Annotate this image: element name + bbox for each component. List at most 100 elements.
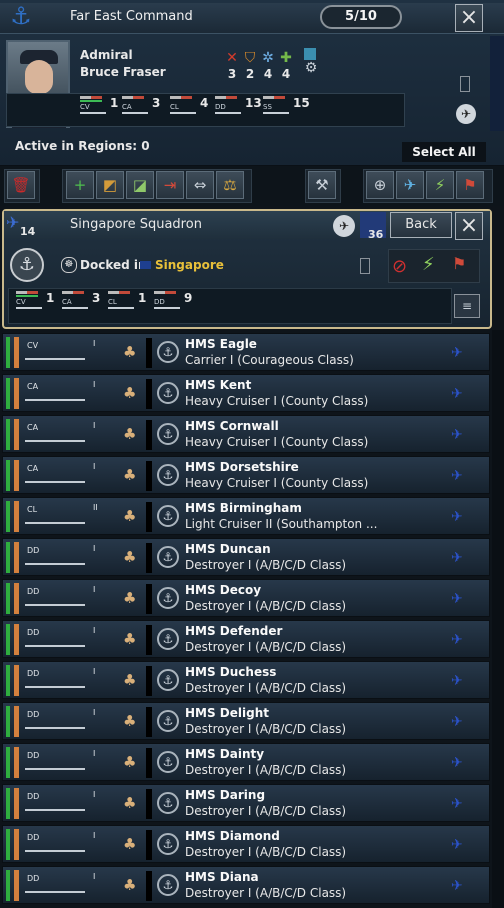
anchor-icon[interactable]: ⚓ [157,505,179,527]
ship-type: Destroyer I (A/B/C/D Class) [185,804,347,818]
clover-icon: ♣ [123,507,137,525]
port-name[interactable]: Singapore [155,258,224,272]
anchor-icon[interactable]: ⚓ [157,341,179,363]
anchor-icon[interactable]: ⚓ [157,710,179,732]
organization-bar [14,870,19,901]
anchor-icon[interactable]: ⚓ [157,587,179,609]
anchor-icon[interactable]: ⚓ [157,628,179,650]
anchor-icon[interactable]: ⚓ [157,382,179,404]
clover-icon: ♣ [123,753,137,771]
ship-name: HMS Kent [185,378,252,392]
ship-type: Destroyer I (A/B/C/D Class) [185,763,347,777]
ship-row[interactable]: DD I ♣ ⚓ HMS Delight Destroyer I (A/B/C/D Cla… [2,702,490,740]
squadron-title[interactable]: Singapore Squadron [70,217,202,232]
ship-row[interactable]: DD I ♣ ⚓ HMS Duchess Destroyer I (A/B/C/D Cla… [2,661,490,699]
anchor-icon[interactable]: ⚓ [157,464,179,486]
organization-bar [14,665,19,696]
back-button[interactable]: Back [390,212,452,238]
ship-tier: I [93,708,96,717]
organization-bar [14,829,19,860]
experience-bar [146,502,152,532]
experience-bar [146,830,152,860]
ship-row[interactable]: CA I ♣ ⚓ HMS Kent Heavy Cruiser I (County Cla… [2,374,490,412]
ship-name: HMS Eagle [185,337,257,351]
delete-icon[interactable]: 🗑 [7,171,35,199]
ship-type: Destroyer I (A/B/C/D Class) [185,845,347,859]
anchor-icon[interactable]: ⚓ [157,792,179,814]
close-command-button[interactable]: × [455,4,483,32]
convoy-raid-icon[interactable]: ⚡ [426,171,454,199]
ship-name: HMS Duncan [185,542,271,556]
select-all-button[interactable]: Select All [402,142,486,162]
ship-silhouette-icon [25,348,85,360]
add-ship-icon[interactable]: + [66,171,94,199]
add-mission-icon[interactable]: ⊕ [366,171,394,199]
convoy-raid-icon[interactable]: ⚡ [422,254,435,275]
anchor-icon[interactable]: ⚓ [10,248,44,282]
comp-ss: SS 15 [263,96,310,118]
ship-tier: I [93,462,96,471]
naval-invasion-icon[interactable]: ⚑ [452,254,466,273]
ship-name: HMS Cornwall [185,419,279,433]
comp-cv: CV 1 [80,96,126,118]
active-regions: Active in Regions: 0 [15,139,150,153]
squadron-count-right: 36 [368,228,384,241]
no-mission-icon[interactable]: ⊘ [392,256,407,277]
naval-invasion-icon[interactable]: ⚑ [456,171,484,199]
plane-icon: ✈ [451,427,463,443]
ship-list-toggle-icon[interactable]: ≡ [454,294,480,318]
ship-row[interactable]: DD I ♣ ⚓ HMS Duncan Destroyer I (A/B/C/D Clas… [2,538,490,576]
air-mission-icon[interactable]: ✈ [456,104,476,124]
gear-icon[interactable]: ⚙ [303,60,319,76]
ship-type: Carrier I (Courageous Class) [185,353,354,367]
split-half-icon[interactable]: ◪ [126,171,154,199]
ship-silhouette-icon [25,840,85,852]
ship-tier: I [93,585,96,594]
sq-comp-ca: CA 3 [62,291,108,313]
anchor-icon[interactable]: ⚓ [157,423,179,445]
ship-row[interactable]: DD I ♣ ⚓ HMS Dainty Destroyer I (A/B/C/D Clas… [2,743,490,781]
ship-tier: I [93,380,96,389]
ship-silhouette-icon [25,758,85,770]
ship-row[interactable]: DD I ♣ ⚓ HMS Defender Destroyer I (A/B/C/D Cl… [2,620,490,658]
anchor-icon[interactable]: ⚓ [157,546,179,568]
repair-icon[interactable]: ⚒ [308,171,336,199]
sq-comp-cv: CV 1 [16,291,62,313]
merge-icon[interactable]: ⇔ [186,171,214,199]
organization-bar [14,706,19,737]
organization-bar [14,747,19,778]
command-scrollbar[interactable] [490,36,504,131]
strength-bar [6,378,10,409]
ship-row[interactable]: DD I ♣ ⚓ HMS Diana Destroyer I (A/B/C/D Class… [2,866,490,904]
balance-icon[interactable]: ⚖ [216,171,244,199]
anchor-icon[interactable]: ⚓ [157,874,179,896]
strength-bar [6,624,10,655]
ship-tier: I [93,872,96,881]
organization-bar [14,460,19,491]
ship-name: HMS Diana [185,870,259,884]
ship-row[interactable]: CA I ♣ ⚓ HMS Dorsetshire Heavy Cruiser I (Cou… [2,456,490,494]
organization-bar [14,542,19,573]
split-fleet-icon[interactable]: ◩ [96,171,124,199]
ship-name: HMS Duchess [185,665,277,679]
ship-type: Destroyer I (A/B/C/D Class) [185,722,347,736]
ship-row[interactable]: CV I ♣ ⚓ HMS Eagle Carrier I (Courageous Clas… [2,333,490,371]
experience-bar [146,666,152,696]
ship-type: Destroyer I (A/B/C/D Class) [185,886,347,900]
ship-row[interactable]: DD I ♣ ⚓ HMS Daring Destroyer I (A/B/C/D Clas… [2,784,490,822]
anchor-icon[interactable]: ⚓ [157,833,179,855]
ship-row[interactable]: CA I ♣ ⚓ HMS Cornwall Heavy Cruiser I (County… [2,415,490,453]
ship-row[interactable]: DD I ♣ ⚓ HMS Decoy Destroyer I (A/B/C/D Class… [2,579,490,617]
anchor-icon[interactable]: ⚓ [157,669,179,691]
close-squadron-button[interactable]: × [455,212,483,240]
air-mission-icon[interactable]: ✈ [333,215,355,237]
ship-row[interactable]: DD I ♣ ⚓ HMS Diamond Destroyer I (A/B/C/D Cla… [2,825,490,863]
ship-type: Destroyer I (A/B/C/D Class) [185,558,347,572]
ship-list-scrollbar[interactable] [492,330,504,908]
ship-row[interactable]: CL II ♣ ⚓ HMS Birmingham Light Cruiser II (So… [2,497,490,535]
strike-force-icon[interactable]: ✈ [396,171,424,199]
defense-value: 2 [245,67,255,81]
anchor-icon[interactable]: ⚓ [157,751,179,773]
maneuver-icon: ✲ [262,50,274,66]
detach-icon[interactable]: ⇥ [156,171,184,199]
